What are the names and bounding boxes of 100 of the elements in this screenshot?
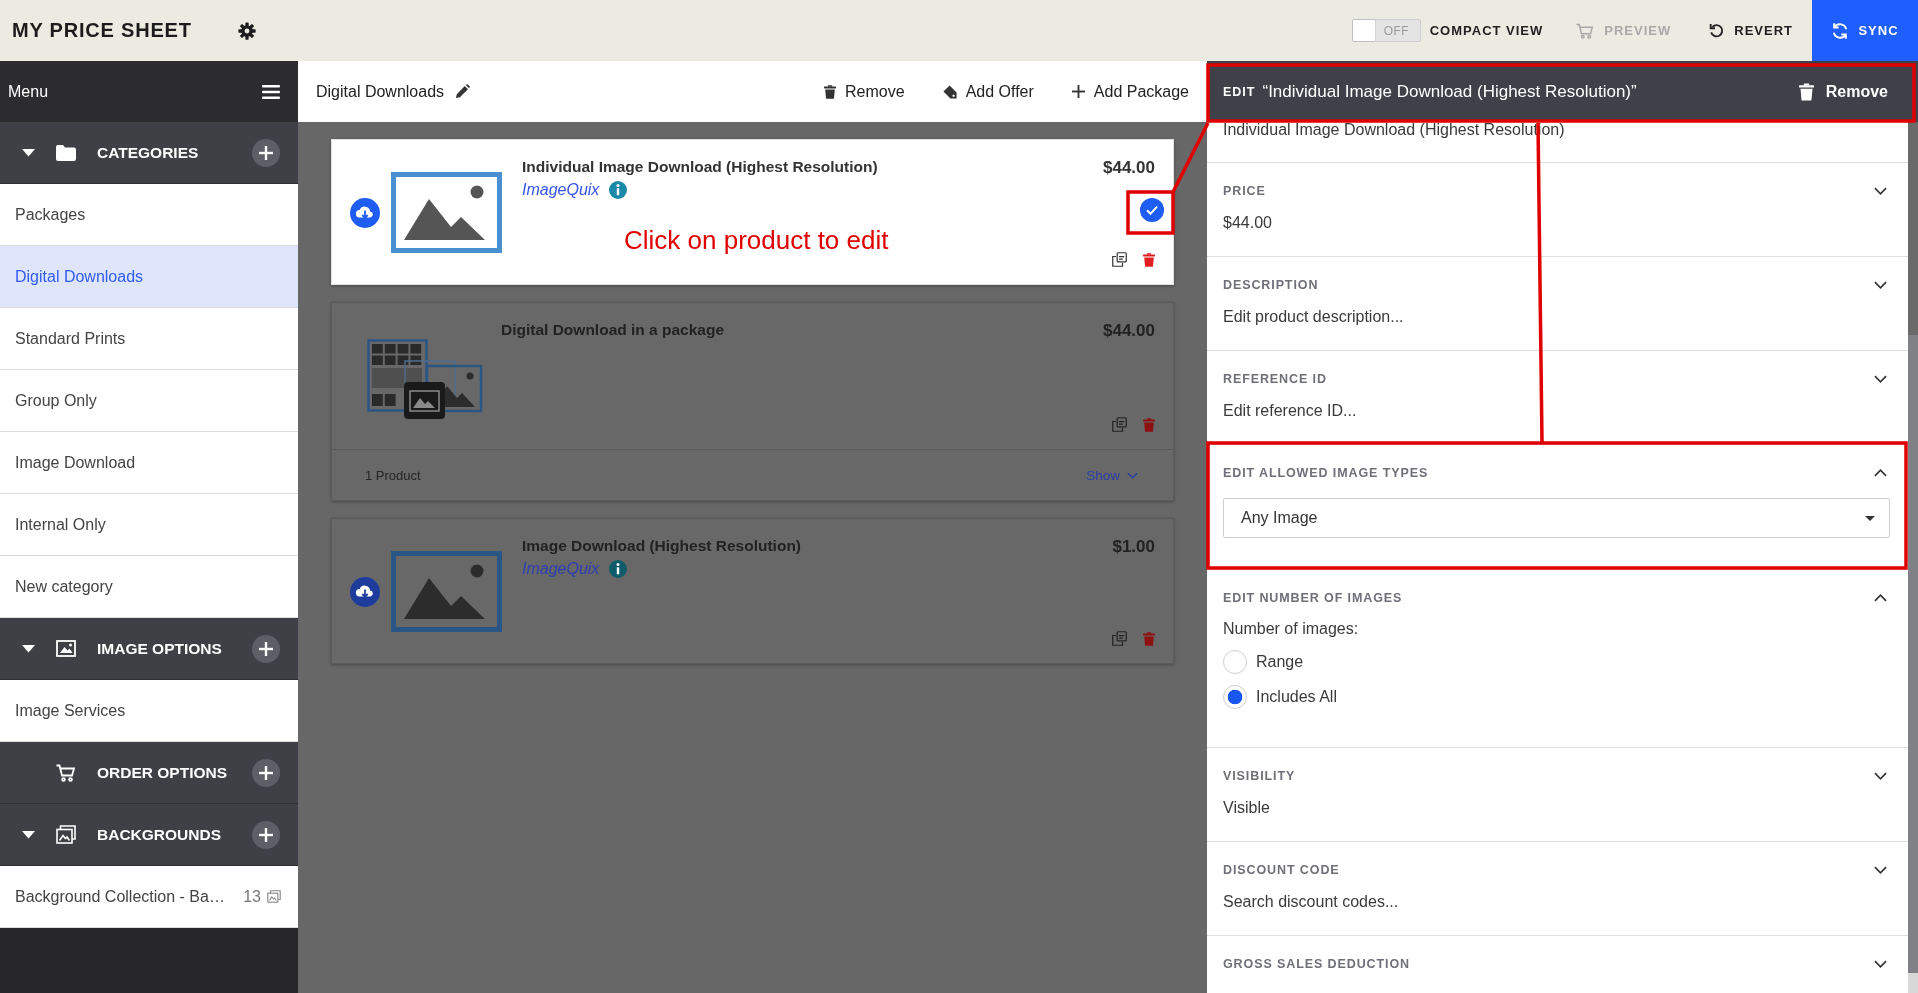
product-price: $44.00 [1103, 321, 1155, 341]
menu-icon[interactable] [262, 84, 280, 99]
section-title: CATEGORIES [97, 143, 200, 162]
radio-button[interactable] [1223, 650, 1247, 674]
caret-icon[interactable] [21, 830, 35, 839]
sidebar-item[interactable]: Packages [0, 184, 298, 246]
section-value: Search discount codes... [1223, 892, 1399, 912]
section-label: DISCOUNT CODE [1223, 863, 1340, 877]
radio-label: Range [1256, 652, 1304, 672]
sidebar-item[interactable]: Image Download [0, 432, 298, 494]
chevron-down-icon[interactable] [1874, 866, 1887, 874]
app-title: MY PRICE SHEET [12, 19, 192, 42]
trash-icon [824, 84, 837, 99]
section-label: GROSS SALES DEDUCTION [1223, 957, 1410, 971]
section-label: REFERENCE ID [1223, 372, 1327, 386]
section-value: Edit reference ID... [1223, 401, 1357, 421]
product-title: Individual Image Download (Highest Resolution) [522, 158, 878, 176]
sidebar-item[interactable]: Standard Prints [0, 308, 298, 370]
sidebar-item[interactable]: New category [0, 556, 298, 618]
product-count: 1 Product [365, 467, 421, 483]
info-icon[interactable] [609, 560, 628, 578]
toggle-knob[interactable] [1352, 20, 1375, 41]
remove-button[interactable]: Remove [1798, 82, 1888, 101]
chevron-down-icon[interactable] [1874, 772, 1887, 780]
scrollbar-thumb[interactable] [1908, 335, 1918, 973]
product-price: $1.00 [1112, 537, 1155, 557]
add-button[interactable] [252, 138, 280, 167]
sidebar-item[interactable]: Background Collection - Ba… 13 [0, 866, 298, 928]
edit-label: EDIT [1223, 84, 1256, 99]
sidebar-item[interactable]: Internal Only [0, 494, 298, 556]
folder-icon [56, 144, 76, 161]
chevron-down-icon[interactable] [1874, 281, 1887, 289]
check-icon[interactable] [1140, 198, 1164, 222]
section-value: Edit product description... [1223, 307, 1404, 327]
add-offer-button[interactable]: Add Offer [942, 82, 1034, 101]
settings-icon[interactable] [237, 21, 256, 40]
menu-title: Menu [8, 82, 49, 101]
sidebar-item[interactable]: Image Services [0, 680, 298, 742]
section-title: ORDER OPTIONS [97, 763, 229, 782]
caret-icon[interactable] [21, 644, 35, 653]
cart-icon [56, 763, 76, 782]
info-icon[interactable] [609, 181, 628, 199]
chevron-down-icon[interactable] [1874, 375, 1887, 383]
vendor-link[interactable]: ImageQuix [522, 180, 600, 200]
section-label: VISIBILITY [1223, 769, 1296, 783]
image-icon [56, 640, 76, 657]
caret-icon[interactable] [21, 148, 35, 157]
revert-button[interactable]: REVERT [1709, 0, 1793, 61]
product-title: Image Download (Highest Resolution) [522, 537, 801, 555]
add-package-button[interactable]: Add Package [1071, 82, 1189, 101]
plus-icon [259, 765, 273, 780]
remove-button[interactable]: Remove [824, 82, 905, 101]
section-value: Visible [1223, 798, 1270, 818]
add-button[interactable] [252, 820, 280, 849]
add-button[interactable] [252, 758, 280, 787]
leader-line [1171, 122, 1210, 193]
package-collage-icon [367, 339, 483, 420]
annotation-text: Click on product to edit [624, 225, 889, 255]
product-title: Digital Download in a package [501, 321, 725, 339]
copy-icon[interactable] [1112, 252, 1127, 267]
plus-icon [259, 145, 273, 160]
add-button[interactable] [252, 634, 280, 663]
chevron-up-icon[interactable] [1874, 594, 1887, 602]
plus-icon [1071, 85, 1085, 98]
undo-icon [1709, 23, 1725, 38]
plus-icon [259, 641, 273, 656]
toggle-label: COMPACT VIEW [1429, 23, 1544, 38]
chevron-down-icon[interactable] [1874, 960, 1887, 968]
check-highlight-box [1126, 190, 1175, 235]
radio-button[interactable] [1223, 685, 1247, 709]
edit-title: “Individual Image Download (Highest Resolution)” [1262, 81, 1637, 102]
trash-icon[interactable] [1143, 252, 1155, 267]
plus-icon [259, 827, 273, 842]
chevron-up-icon[interactable] [1874, 469, 1887, 477]
radio-label: Includes All [1256, 687, 1337, 707]
image-placeholder-icon [391, 172, 502, 253]
sidebar-item[interactable]: Group Only [0, 370, 298, 432]
item-count: 13 [243, 887, 261, 906]
section-label: EDIT ALLOWED IMAGE TYPES [1223, 466, 1429, 480]
tag-icon [942, 84, 957, 99]
radio-group-label: Number of images: [1223, 619, 1359, 639]
section-title: BACKGROUNDS [97, 825, 222, 844]
image-type-select[interactable]: Any Image [1223, 498, 1890, 538]
image-placeholder-icon [391, 551, 502, 632]
scrollbar-track[interactable] [1908, 122, 1918, 993]
cloud-download-icon [350, 576, 380, 607]
sync-icon [1831, 21, 1850, 40]
photos-icon [56, 825, 76, 844]
chevron-down-icon [1127, 471, 1138, 479]
chevron-down-icon[interactable] [1874, 187, 1887, 195]
cloud-download-icon [350, 197, 380, 228]
cart-icon [1576, 22, 1595, 39]
product-price: $44.00 [1103, 158, 1155, 178]
sync-button[interactable]: SYNC [1812, 0, 1918, 61]
sidebar-item[interactable]: Digital Downloads [0, 246, 298, 308]
trash-icon [1798, 82, 1814, 101]
section-label: DESCRIPTION [1223, 278, 1319, 292]
section-label: EDIT NUMBER OF IMAGES [1223, 591, 1403, 605]
pencil-icon[interactable] [455, 84, 471, 99]
dropdown-caret-icon [1865, 515, 1875, 521]
